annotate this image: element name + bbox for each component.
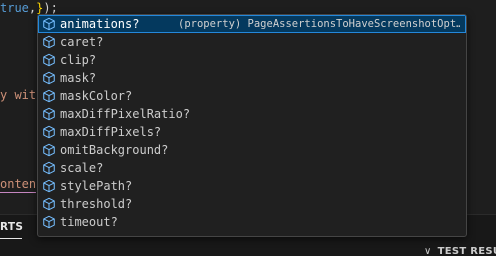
suggest-item-label: timeout?: [60, 215, 118, 229]
suggest-item[interactable]: maxDiffPixelRatio?: [38, 105, 466, 123]
suggest-item[interactable]: clip?: [38, 51, 466, 69]
suggest-item[interactable]: animations? (property) PageAssertionsToHa…: [38, 15, 466, 33]
suggest-item[interactable]: stylePath?: [38, 177, 466, 195]
cube-property-icon: [41, 160, 57, 176]
suggest-item-label: stylePath?: [60, 179, 133, 193]
cube-property-icon: [41, 16, 57, 32]
suggest-item-label: maskColor?: [60, 89, 133, 103]
autocomplete-suggest-widget[interactable]: animations? (property) PageAssertionsToHa…: [37, 14, 467, 237]
chevron-down-icon[interactable]: ∨: [424, 246, 432, 256]
test-results-header[interactable]: ∨ TEST RESU: [424, 246, 496, 256]
suggest-item[interactable]: scale?: [38, 159, 466, 177]
suggest-item-label: maxDiffPixels?: [60, 125, 162, 139]
suggest-item[interactable]: caret?: [38, 33, 466, 51]
suggest-item-label: omitBackground?: [60, 143, 169, 157]
code-line-lower[interactable]: onten: [0, 176, 37, 193]
suggest-item-label: threshold?: [60, 197, 133, 211]
cube-property-icon: [41, 178, 57, 194]
suggest-item-label: mask?: [60, 71, 97, 85]
panel-tab-reports[interactable]: RTS: [0, 221, 23, 233]
cube-property-icon: [41, 34, 57, 50]
cube-property-icon: [41, 124, 57, 140]
code-line-middle[interactable]: y wit: [0, 87, 36, 103]
cube-property-icon: [41, 52, 57, 68]
code-semicolon: ;: [50, 1, 58, 15]
suggest-item-label: scale?: [60, 161, 104, 175]
panel-tab-active-indicator: [0, 238, 22, 239]
suggest-item-label: maxDiffPixelRatio?: [60, 107, 191, 121]
cube-property-icon: [41, 214, 57, 230]
cube-property-icon: [41, 88, 57, 104]
suggest-item[interactable]: threshold?: [38, 195, 466, 213]
suggest-item[interactable]: timeout?: [38, 213, 466, 231]
suggest-item-label: clip?: [60, 53, 97, 67]
vscode-window: true,}); y wit onten RTS ∨ TEST RESU anim…: [0, 0, 496, 256]
test-results-label: TEST RESU: [437, 246, 496, 256]
code-paren: ): [43, 1, 51, 15]
suggest-item[interactable]: maxDiffPixels?: [38, 123, 466, 141]
suggest-item[interactable]: mask?: [38, 69, 466, 87]
suggest-item[interactable]: maskColor?: [38, 87, 466, 105]
suggest-item-detail: (property) PageAssertionsToHaveScreensho…: [178, 18, 460, 30]
cube-property-icon: [41, 196, 57, 212]
cube-property-icon: [41, 70, 57, 86]
suggest-item-label: caret?: [60, 35, 104, 49]
cube-property-icon: [41, 106, 57, 122]
cube-property-icon: [41, 142, 57, 158]
suggest-item-label: animations?: [60, 17, 140, 31]
suggest-item[interactable]: omitBackground?: [38, 141, 466, 159]
code-true: true: [0, 1, 29, 15]
